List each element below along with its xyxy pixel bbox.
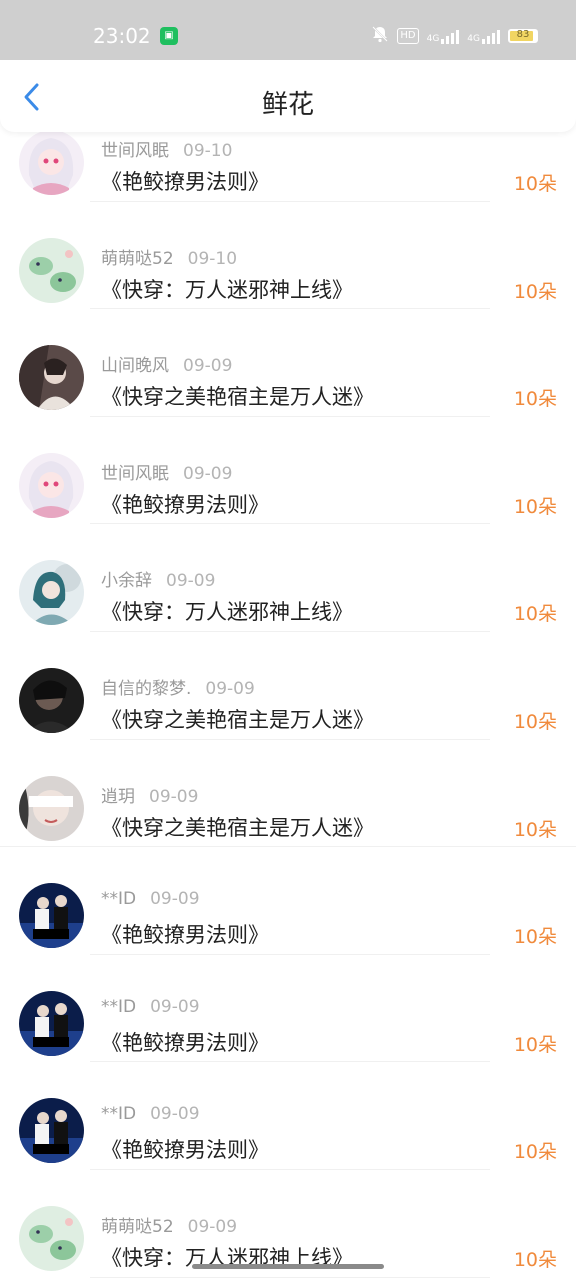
flower-count: 10朵 <box>513 173 557 195</box>
status-bar: 23:02 ▣ HD 4G 4G 83 <box>0 0 576 60</box>
book-title[interactable]: 《快穿之美艳宿主是万人迷》 <box>101 381 374 411</box>
list-item-meta: 自信的黎梦. 09-09 <box>101 674 255 699</box>
avatar[interactable] <box>19 667 84 733</box>
list-item[interactable]: 自信的黎梦. 09-09 《快穿之美艳宿主是万人迷》 10朵 <box>0 632 576 740</box>
list-item-meta: 山间晚风 09-09 <box>101 351 232 376</box>
username: 萌萌哒52 <box>101 248 174 269</box>
list-item-meta: **ID 09-09 <box>101 1104 200 1124</box>
date: 09-09 <box>187 1216 238 1237</box>
avatar[interactable] <box>19 883 84 949</box>
date: 09-09 <box>150 889 200 910</box>
battery-level-text: 83 <box>516 28 530 40</box>
username: **ID <box>101 889 137 910</box>
home-indicator[interactable] <box>192 1264 384 1269</box>
flower-count: 10朵 <box>513 603 557 626</box>
date: 09-09 <box>183 356 233 377</box>
username: 山间晚风 <box>101 356 169 377</box>
avatar[interactable] <box>19 775 84 841</box>
status-time: 23:02 <box>93 24 151 48</box>
username: 萌萌哒52 <box>101 1216 174 1237</box>
header-bar: 鲜花 <box>0 60 576 132</box>
list-item[interactable]: 逍玥 09-09 《快穿之美艳宿主是万人迷》 10朵 <box>0 740 576 848</box>
date: 09-09 <box>150 1104 200 1125</box>
flower-count: 10朵 <box>513 926 557 949</box>
username: 自信的黎梦. <box>101 678 192 699</box>
avatar[interactable] <box>19 1098 84 1164</box>
list-item-meta: 萌萌哒52 09-09 <box>101 1212 237 1237</box>
book-title[interactable]: 《艳鲛撩男法则》 <box>101 919 269 949</box>
username: 世间风眠 <box>101 141 169 161</box>
date: 09-09 <box>149 786 199 807</box>
avatar[interactable] <box>19 130 84 195</box>
date: 09-09 <box>205 678 255 699</box>
book-title[interactable]: 《艳鲛撩男法则》 <box>101 1027 269 1057</box>
list-item[interactable]: 山间晚风 09-09 《快穿之美艳宿主是万人迷》 10朵 <box>0 309 576 417</box>
book-title[interactable]: 《艳鲛撩男法则》 <box>101 166 269 196</box>
date: 09-09 <box>166 571 216 592</box>
list-item[interactable]: **ID 09-09 《艳鲛撩男法则》 10朵 <box>0 955 576 1063</box>
book-title[interactable]: 《艳鲛撩男法则》 <box>101 489 269 519</box>
network-type-1: 4G <box>426 33 440 44</box>
avatar[interactable] <box>19 237 84 303</box>
date: 09-10 <box>187 248 238 269</box>
list-item-meta: 世间风眠 09-09 <box>101 459 232 484</box>
avatar[interactable] <box>19 990 84 1056</box>
list-item[interactable]: **ID 09-09 《艳鲛撩男法则》 10朵 <box>0 1062 576 1170</box>
book-title[interactable]: 《快穿：万人迷邪神上线》 <box>101 596 353 626</box>
date: 09-09 <box>183 463 233 484</box>
network-type-2: 4G <box>467 33 480 44</box>
book-title[interactable]: 《快穿之美艳宿主是万人迷》 <box>101 704 374 734</box>
battery-icon: 83 <box>508 28 538 43</box>
book-title[interactable]: 《快穿之美艳宿主是万人迷》 <box>101 812 374 842</box>
app-notification-icon: ▣ <box>160 27 178 45</box>
page-title: 鲜花 <box>261 90 314 120</box>
flower-count: 10朵 <box>513 495 557 518</box>
flower-count: 10朵 <box>513 818 557 841</box>
list-item-meta: 逍玥 09-09 <box>101 782 198 807</box>
book-title[interactable]: 《艳鲛撩男法则》 <box>101 1134 269 1164</box>
flower-list: 世间风眠 09-10 《艳鲛撩男法则》 10朵 萌萌哒52 09-10 《快穿：万人… <box>0 94 576 1278</box>
username: **ID <box>101 1104 137 1125</box>
flower-count: 10朵 <box>513 1033 557 1056</box>
username: **ID <box>101 996 137 1017</box>
date: 09-09 <box>150 996 200 1017</box>
list-item[interactable]: 小余辞 09-09 《快穿：万人迷邪神上线》 10朵 <box>0 524 576 632</box>
flower-count: 10朵 <box>513 1141 557 1164</box>
avatar[interactable] <box>19 345 84 411</box>
username: 逍玥 <box>101 786 135 807</box>
status-icons: HD 4G 4G 83 <box>371 25 538 46</box>
list-item-meta: 萌萌哒52 09-10 <box>101 244 237 269</box>
flower-count: 10朵 <box>513 1248 557 1271</box>
flower-count: 10朵 <box>513 388 557 411</box>
book-title[interactable]: 《快穿：万人迷邪神上线》 <box>101 274 353 304</box>
date: 09-10 <box>183 141 233 161</box>
list-item-meta: 小余辞 09-09 <box>101 566 215 591</box>
list-item[interactable]: **ID 09-09 《艳鲛撩男法则》 10朵 <box>0 847 576 955</box>
flower-count: 10朵 <box>513 280 557 303</box>
list-item[interactable]: 世间风眠 09-09 《艳鲛撩男法则》 10朵 <box>0 417 576 525</box>
list-item-meta: **ID 09-09 <box>101 889 200 909</box>
username: 小余辞 <box>101 571 152 592</box>
signal-icon-1: 4G <box>427 28 460 44</box>
avatar[interactable] <box>19 560 84 626</box>
username: 世间风眠 <box>101 463 169 484</box>
hd-badge: HD <box>397 27 419 44</box>
list-item-meta: **ID 09-09 <box>101 997 200 1017</box>
list-item[interactable]: 萌萌哒52 09-10 《快穿：万人迷邪神上线》 10朵 <box>0 202 576 310</box>
signal-icon-2: 4G <box>467 28 500 44</box>
mute-bell-icon <box>371 25 389 46</box>
avatar[interactable] <box>19 1205 84 1271</box>
list-item[interactable]: 萌萌哒52 09-09 《快穿：万人迷邪神上线》 10朵 <box>0 1170 576 1278</box>
flower-count: 10朵 <box>513 710 557 733</box>
avatar[interactable] <box>19 452 84 518</box>
list-item-meta: 世间风眠 09-10 <box>101 136 232 161</box>
